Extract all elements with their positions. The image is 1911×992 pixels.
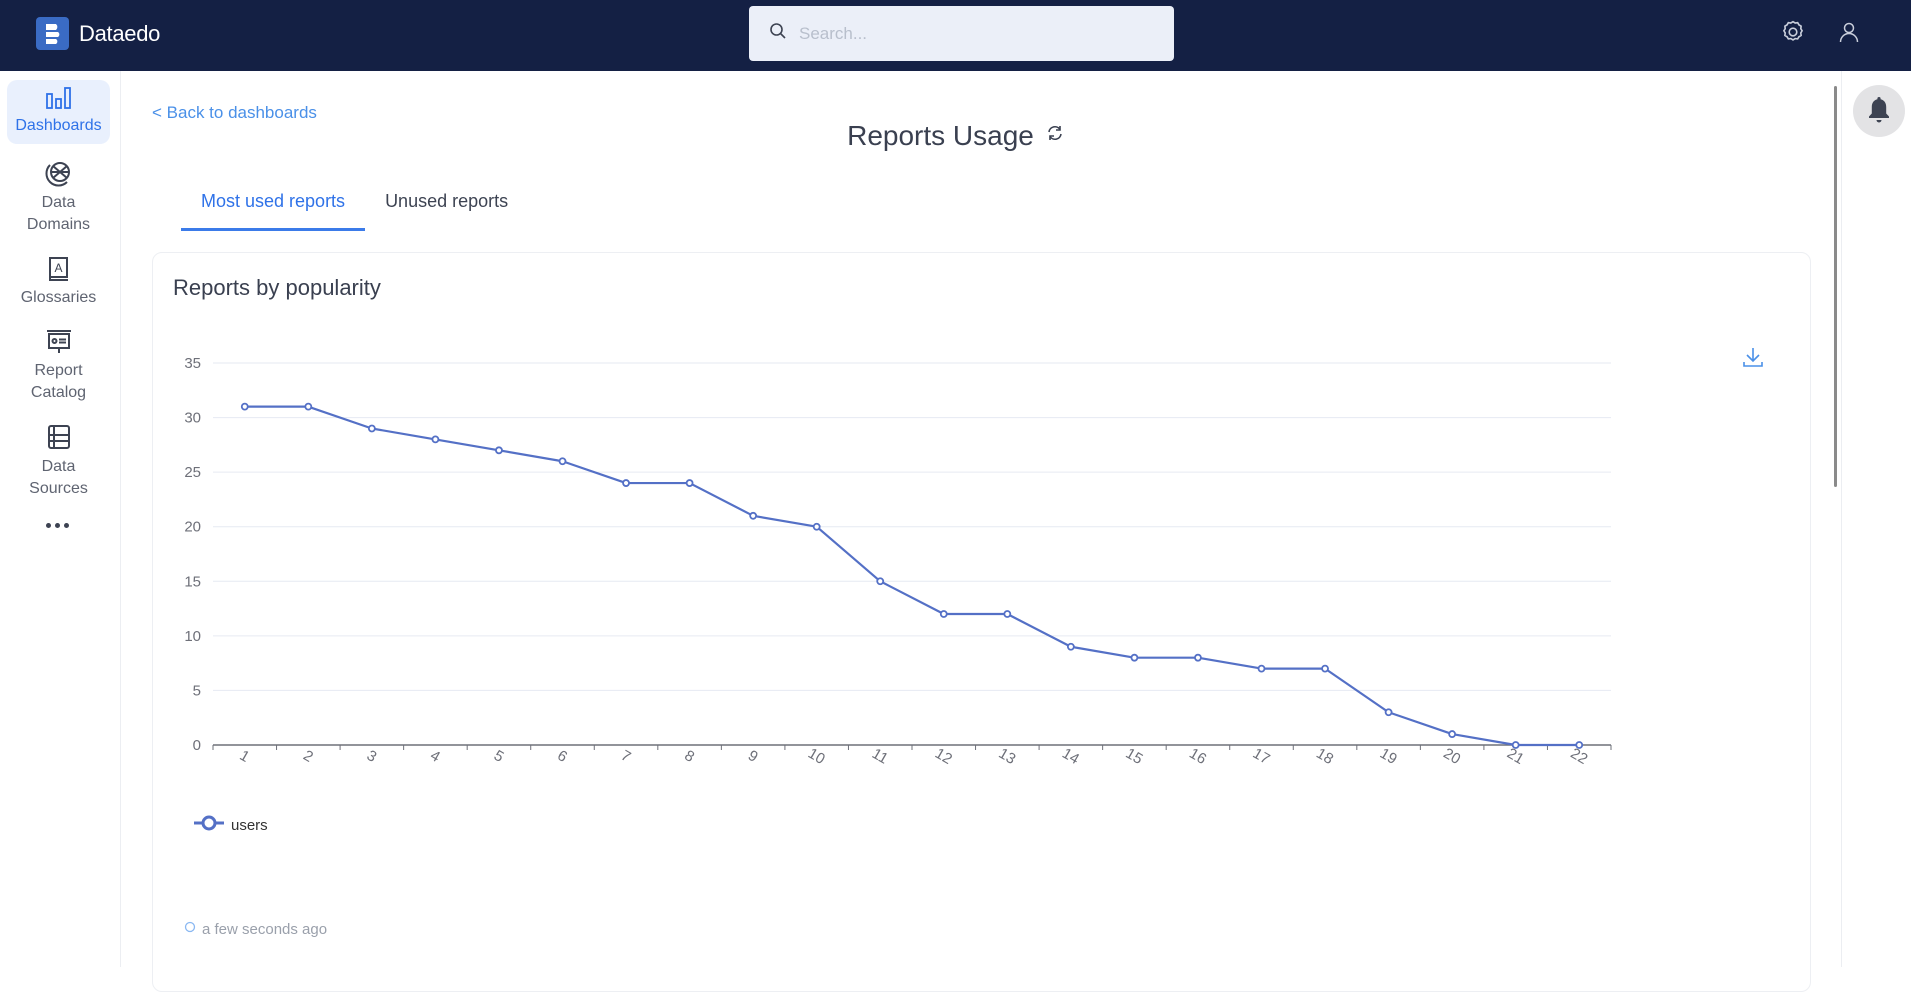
y-tick-label: 0 <box>193 737 201 754</box>
y-tick-label: 30 <box>184 410 201 427</box>
x-tick-label: 11 <box>869 745 891 768</box>
search-input[interactable] <box>799 23 1159 44</box>
x-tick-label: 10 <box>805 745 828 768</box>
app-name: Dataedo <box>79 20 161 46</box>
data-point <box>367 424 376 433</box>
data-point <box>304 402 313 411</box>
dataedo-logo-icon <box>36 17 69 50</box>
data-point <box>1575 741 1584 749</box>
loading-circle-icon <box>184 920 196 938</box>
data-point <box>1384 708 1393 717</box>
x-tick-label: 9 <box>745 747 761 766</box>
table-list-icon <box>46 423 72 456</box>
series-line-users <box>244 405 1580 747</box>
globe-icon <box>45 159 73 192</box>
gear-icon <box>1780 19 1806 50</box>
legend-label: users <box>231 817 268 834</box>
app-logo[interactable]: Dataedo <box>36 17 160 50</box>
chart-legend-item-users[interactable]: users <box>193 814 268 837</box>
search-bar[interactable] <box>749 6 1174 61</box>
report-tabs: Most used reports Unused reports <box>181 188 528 231</box>
legend-line-marker-icon <box>193 814 225 837</box>
user-profile-button[interactable] <box>1835 20 1863 48</box>
data-point <box>749 511 758 520</box>
data-point <box>1194 653 1202 662</box>
top-navigation-bar: Dataedo <box>0 0 1911 71</box>
last-updated-text: a few seconds ago <box>202 920 328 938</box>
data-point <box>240 402 249 411</box>
page-title-text: Reports Usage <box>847 120 1034 151</box>
y-tick-label: 5 <box>193 682 201 699</box>
x-tick-label: 2 <box>300 747 316 766</box>
data-point <box>1066 642 1075 651</box>
data-point <box>1257 664 1266 673</box>
main-scrollbar[interactable] <box>1834 86 1837 487</box>
x-tick-label: 12 <box>932 745 955 768</box>
last-updated: a few seconds ago <box>184 920 327 938</box>
notifications-button[interactable] <box>1853 85 1905 137</box>
y-tick-label: 20 <box>184 519 201 536</box>
data-point <box>685 479 694 487</box>
x-tick-label: 20 <box>1440 745 1463 768</box>
data-point <box>1511 741 1520 749</box>
x-tick-label: 14 <box>1059 745 1082 768</box>
x-tick-label: 3 <box>364 747 380 766</box>
bell-icon <box>1867 95 1891 128</box>
y-tick-label: 25 <box>184 464 201 481</box>
sidebar: Dashboards Data Domains A Glossaries Rep… <box>0 71 121 967</box>
x-tick-label: 19 <box>1377 745 1400 768</box>
data-point <box>431 435 440 444</box>
x-tick-label: 8 <box>681 747 697 766</box>
sidebar-item-label: Data Domains <box>26 194 91 233</box>
x-tick-label: 1 <box>237 747 253 766</box>
sidebar-item-label: Report Catalog <box>30 362 87 401</box>
sidebar-item-label: Glossaries <box>20 289 97 306</box>
line-chart: 051015202530351 2 3 4 5 6 7 8 9 10 11 12 13 14 15 16 17 1… <box>184 355 1612 768</box>
data-point <box>622 479 630 487</box>
data-point <box>1448 730 1457 738</box>
sidebar-item-data-sources[interactable]: Data Sources <box>7 423 110 507</box>
sidebar-item-glossaries[interactable]: A Glossaries <box>7 256 110 320</box>
y-tick-label: 35 <box>184 355 201 372</box>
sidebar-item-report-catalog[interactable]: Report Catalog <box>7 329 110 413</box>
data-point <box>558 457 567 466</box>
sidebar-item-data-domains[interactable]: Data Domains <box>7 159 110 239</box>
x-tick-label: 6 <box>554 747 570 766</box>
refresh-icon[interactable] <box>1046 124 1064 142</box>
settings-button[interactable] <box>1779 20 1807 48</box>
svg-text:A: A <box>54 261 62 275</box>
x-tick-label: 15 <box>1123 745 1146 768</box>
x-tick-label: 18 <box>1313 745 1336 768</box>
x-tick-label: 17 <box>1250 745 1273 768</box>
data-point <box>939 610 948 618</box>
page-title: Reports Usage <box>0 120 1911 152</box>
right-panel <box>1841 71 1911 967</box>
x-tick-label: 13 <box>996 745 1019 768</box>
reports-by-popularity-card: Reports by popularity 0 5 10 15 20 25 30 35 1 2 3 4… <box>152 252 1811 992</box>
data-point <box>1003 610 1012 618</box>
sidebar-item-label: Data Sources <box>29 458 88 497</box>
x-tick-label: 7 <box>618 747 634 766</box>
y-tick-label: 15 <box>184 573 201 590</box>
x-tick-label: 16 <box>1186 745 1209 768</box>
presentation-board-icon <box>45 329 73 360</box>
x-tick-label: 5 <box>491 747 507 766</box>
y-tick-label: 10 <box>184 628 201 645</box>
data-point <box>1321 664 1329 673</box>
search-icon <box>769 22 787 45</box>
data-point <box>495 446 503 455</box>
bar-chart-icon <box>45 86 73 115</box>
x-tick-label: 4 <box>427 747 443 766</box>
glossary-book-icon: A <box>47 256 71 287</box>
data-point <box>812 522 821 531</box>
data-point <box>876 577 885 586</box>
tab-most-used-reports[interactable]: Most used reports <box>181 188 366 231</box>
user-icon <box>1837 20 1861 49</box>
data-point <box>1130 653 1139 662</box>
tab-unused-reports[interactable]: Unused reports <box>365 188 528 231</box>
more-dots-icon[interactable] <box>46 523 69 528</box>
